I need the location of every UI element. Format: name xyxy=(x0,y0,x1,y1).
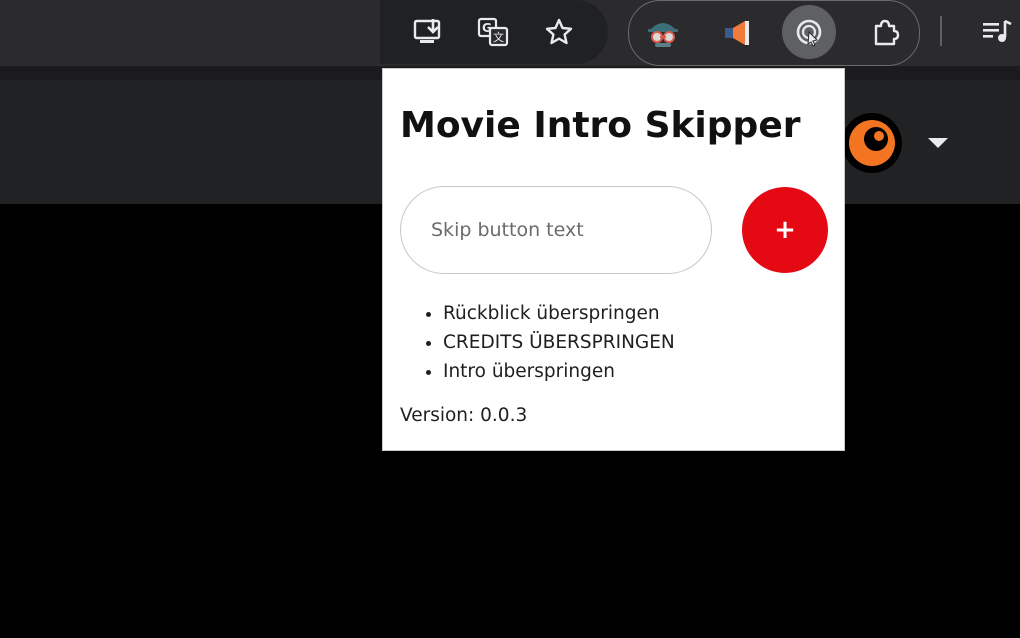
site-logo-icon[interactable] xyxy=(838,108,902,178)
popup-title: Movie Intro Skipper xyxy=(400,105,801,146)
skip-button-text-input[interactable] xyxy=(400,186,712,274)
media-queue-icon[interactable] xyxy=(970,5,1020,59)
add-skip-text-button[interactable]: + xyxy=(742,187,828,273)
install-app-icon[interactable] xyxy=(401,5,455,59)
list-item[interactable]: Rückblick überspringen xyxy=(443,299,675,328)
version-number: 0.0.3 xyxy=(480,405,528,426)
extension-spy-icon[interactable] xyxy=(636,6,690,60)
movie-intro-skipper-extension-icon[interactable] xyxy=(782,5,836,59)
extensions-puzzle-icon[interactable] xyxy=(858,5,912,59)
toolbar-separator xyxy=(940,16,942,46)
browser-toolbar: G 文 xyxy=(0,0,1020,66)
version-info: Version: 0.0.3 xyxy=(400,405,527,426)
list-item[interactable]: CREDITS ÜBERSPRINGEN xyxy=(443,328,675,357)
list-item[interactable]: Intro überspringen xyxy=(443,357,675,386)
account-dropdown-caret-icon[interactable] xyxy=(928,138,948,148)
extension-popup: Movie Intro Skipper + Rückblick überspri… xyxy=(382,68,845,451)
bookmark-star-icon[interactable] xyxy=(532,5,586,59)
translate-icon[interactable]: G 文 xyxy=(466,5,520,59)
version-label: Version: xyxy=(400,405,475,426)
extension-megaphone-icon[interactable] xyxy=(710,6,764,60)
skip-text-list: Rückblick überspringen CREDITS ÜBERSPRIN… xyxy=(400,299,675,386)
svg-text:文: 文 xyxy=(493,30,504,44)
